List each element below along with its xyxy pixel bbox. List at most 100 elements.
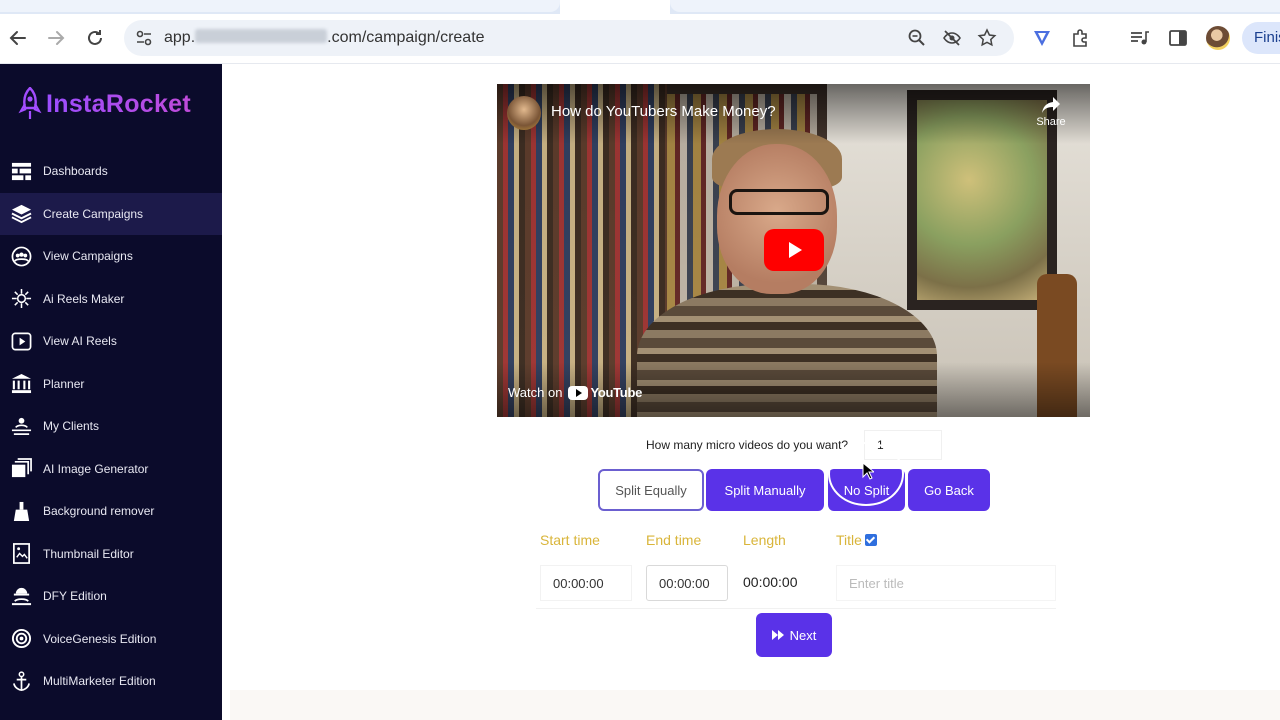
group-icon [10,245,32,267]
length-header: Length [743,532,786,548]
sidebar-item-background-remover[interactable]: Background remover [0,490,222,533]
target-icon [10,628,32,650]
sidebar-item-label: Dashboards [43,164,108,179]
browser-tab[interactable] [0,0,560,12]
zoom-icon[interactable] [907,28,927,48]
sidebar-item-label: View Campaigns [43,249,133,264]
sidebar-item-label: My Clients [43,419,100,434]
sidebar-item-create-campaigns[interactable]: Create Campaigns [0,192,222,235]
sidebar-item-label: AI Image Generator [43,461,149,476]
segment-length: 00:00:00 [743,574,798,590]
youtube-logo: YouTube [568,385,642,400]
sidebar-item-label: Planner [43,376,85,391]
sidebar-item-label: Background remover [43,504,155,519]
extensions-puzzle-icon[interactable] [1070,27,1092,49]
end-time-input[interactable]: 00:00:00 [646,565,728,601]
browser-toolbar: app. .com/campaign/create Finis [0,14,1280,64]
watch-on-youtube-link[interactable]: Watch on YouTube [508,385,642,400]
sidebar-menu: Dashboards Create Campaigns View Campaig… [0,150,222,703]
video-frame-person [717,144,837,294]
url-suffix: .com/campaign/create [327,29,485,46]
sidebar-item-label: VoiceGenesis Edition [43,631,157,646]
sidebar-item-my-clients[interactable]: My Clients [0,405,222,448]
ai-chip-icon [10,288,32,310]
end-time-header: End time [646,532,702,548]
play-icon [789,242,802,258]
anchor-icon [10,670,32,692]
bank-icon [10,373,32,395]
sidebar-item-planner[interactable]: Planner [0,363,222,406]
broom-icon [10,500,32,522]
sidebar: InstaRocket Dashboards Create Campaigns … [0,64,222,720]
sidebar-item-ai-image-generator[interactable]: AI Image Generator [0,448,222,491]
address-bar[interactable]: app. .com/campaign/create [124,20,1014,56]
side-panel-icon[interactable] [1167,27,1189,49]
media-controls-icon[interactable] [1128,27,1150,49]
browser-tab-strip [0,0,1280,14]
bookmark-star-icon[interactable] [977,28,997,48]
channel-avatar[interactable] [507,96,541,130]
finish-update-button[interactable]: Finis [1242,22,1280,54]
worker-icon [10,585,32,607]
sidebar-item-label: View AI Reels [43,334,117,349]
eye-off-icon[interactable] [942,28,962,48]
sidebar-item-view-campaigns[interactable]: View Campaigns [0,235,222,278]
segment-title-input[interactable]: Enter title [836,565,1056,601]
sidebar-item-dfy-edition[interactable]: DFY Edition [0,575,222,618]
go-back-button[interactable]: Go Back [908,469,990,511]
sidebar-item-label: MultiMarketer Edition [43,674,156,689]
thumbnail-icon [10,543,32,565]
share-icon [1042,97,1060,113]
next-button-label: Next [789,627,817,643]
url-text: app. .com/campaign/create [164,29,485,47]
sidebar-item-label: Ai Reels Maker [43,291,125,306]
layers-icon [10,203,32,225]
sidebar-item-voicegenesis-edition[interactable]: VoiceGenesis Edition [0,618,222,661]
sidebar-item-label: Thumbnail Editor [43,546,134,561]
youtube-video-embed[interactable]: How do YouTubers Make Money? Share Watch… [497,84,1090,417]
main-content: How do YouTubers Make Money? Share Watch… [222,64,1280,720]
dashboard-icon [10,160,32,182]
micro-videos-question: How many micro videos do you want? [646,438,849,452]
back-icon[interactable] [6,26,30,50]
sidebar-item-label: DFY Edition [43,589,107,604]
logo-text: InstaRocket [46,89,192,118]
reload-icon[interactable] [83,26,107,50]
mouse-cursor-icon [862,461,876,485]
fast-forward-icon [771,630,784,640]
site-settings-icon[interactable] [134,28,154,48]
sidebar-item-multimarketer-edition[interactable]: MultiMarketer Edition [0,660,222,703]
next-button[interactable]: Next [756,613,832,657]
browser-tab[interactable] [670,0,1280,12]
url-prefix: app. [164,29,196,46]
profile-avatar[interactable] [1206,26,1230,50]
redacted-domain [195,29,328,43]
app-logo[interactable]: InstaRocket [18,84,191,124]
sidebar-item-label: Create Campaigns [43,206,144,221]
title-header-label: Title [836,532,862,548]
split-equally-button[interactable]: Split Equally [598,469,704,511]
watch-on-label: Watch on [508,385,563,400]
page-footer [230,690,1280,720]
extension-shield-icon[interactable] [1031,27,1053,49]
segment-row-divider [536,608,1056,609]
title-checkbox[interactable] [864,534,877,546]
sidebar-item-thumbnail-editor[interactable]: Thumbnail Editor [0,533,222,576]
sidebar-item-dashboards[interactable]: Dashboards [0,150,222,193]
share-button[interactable]: Share [1033,96,1069,128]
video-title[interactable]: How do YouTubers Make Money? [551,103,776,120]
split-manually-button[interactable]: Split Manually [706,469,824,511]
title-header: Title [836,532,877,548]
forward-icon[interactable] [44,26,68,50]
start-time-header: Start time [540,532,600,548]
play-square-icon [10,330,32,352]
sidebar-item-view-ai-reels[interactable]: View AI Reels [0,320,222,363]
youtube-logo-text: YouTube [590,385,643,400]
rocket-icon [18,87,42,119]
youtube-logo-icon [568,385,589,400]
sidebar-item-ai-reels-maker[interactable]: Ai Reels Maker [0,278,222,321]
browser-tab-active[interactable] [560,0,670,14]
start-time-input[interactable]: 00:00:00 [540,565,632,601]
video-frame-person [729,189,829,215]
play-button[interactable] [764,229,824,271]
